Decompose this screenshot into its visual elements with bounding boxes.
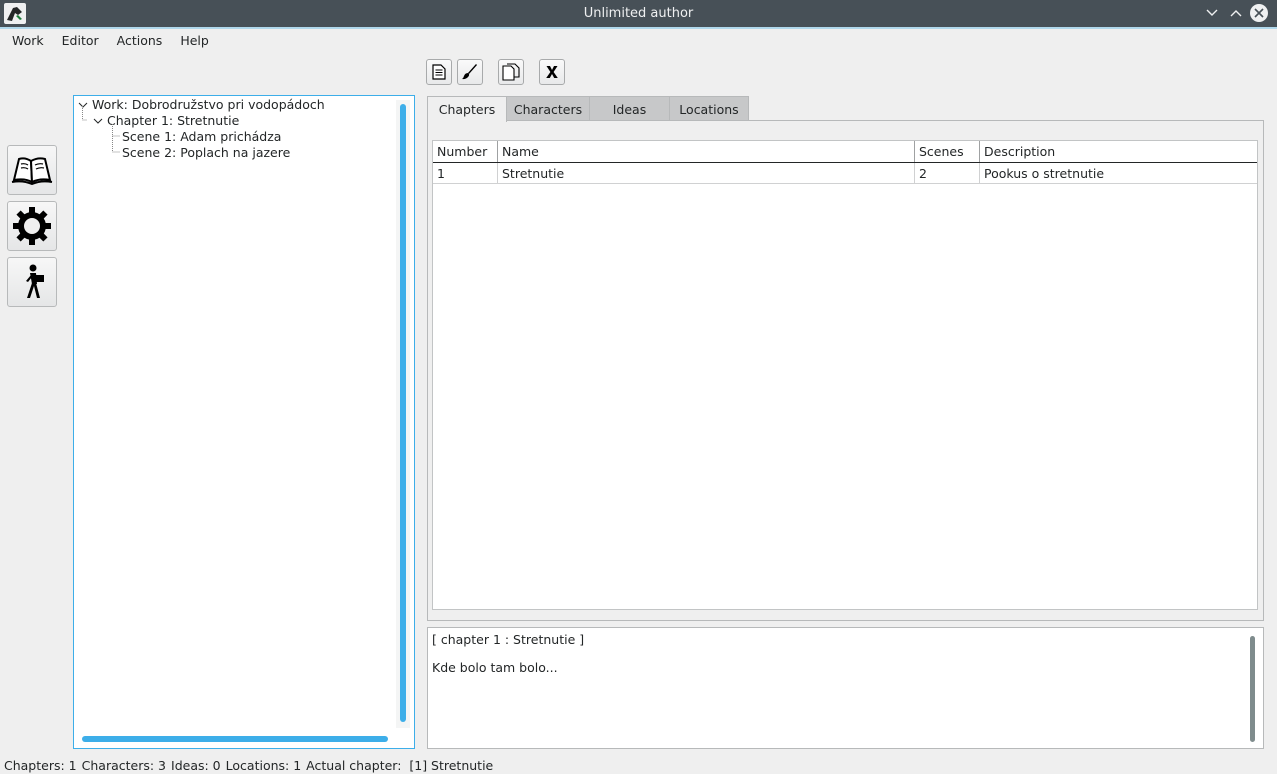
menu-actions[interactable]: Actions bbox=[107, 29, 171, 53]
minimize-button[interactable] bbox=[1203, 4, 1221, 22]
tab-ideas[interactable]: Ideas bbox=[589, 96, 670, 121]
gear-icon bbox=[13, 207, 51, 245]
tree-item-scene[interactable]: Scene 1: Adam prichádza bbox=[122, 129, 281, 144]
menu-work[interactable]: Work bbox=[0, 29, 52, 53]
copy-button[interactable] bbox=[498, 59, 524, 85]
brush-icon bbox=[462, 64, 477, 80]
x-icon bbox=[546, 66, 558, 78]
title-bar: Unlimited author bbox=[0, 0, 1277, 27]
chapter-text-header: [ chapter 1 : Stretnutie ] bbox=[432, 632, 585, 647]
tab-chapters[interactable]: Chapters bbox=[427, 96, 507, 122]
cell-name[interactable]: Stretnutie bbox=[498, 163, 915, 183]
close-button[interactable] bbox=[1250, 4, 1268, 22]
window-title: Unlimited author bbox=[583, 6, 694, 21]
work-view-button[interactable] bbox=[7, 145, 57, 195]
exit-button[interactable] bbox=[7, 257, 57, 307]
status-actual-chapter: Actual chapter: [1] Stretnutie bbox=[306, 758, 494, 773]
column-header-name[interactable]: Name bbox=[498, 141, 915, 162]
status-ideas: Ideas: 0 bbox=[171, 758, 221, 773]
chapters-table[interactable]: Number Name Scenes Description 1 Stretnu… bbox=[432, 140, 1258, 610]
text-vertical-scrollbar[interactable] bbox=[1250, 636, 1255, 742]
tree-vertical-scrollbar[interactable] bbox=[400, 104, 406, 722]
column-header-number[interactable]: Number bbox=[433, 141, 498, 162]
cell-description[interactable]: Pookus o stretnutie bbox=[980, 163, 1257, 183]
menu-bar: Work Editor Actions Help bbox=[0, 29, 217, 53]
status-bar: Chapters: 1 Characters: 3 Ideas: 0 Locat… bbox=[4, 758, 493, 773]
menu-help[interactable]: Help bbox=[170, 29, 217, 53]
maximize-button[interactable] bbox=[1227, 4, 1245, 22]
copy-icon bbox=[502, 63, 520, 81]
status-characters: Characters: 3 bbox=[81, 758, 167, 773]
tree-horizontal-scrollbar[interactable] bbox=[82, 736, 388, 742]
delete-button[interactable] bbox=[539, 59, 565, 85]
table-row[interactable]: 1 Stretnutie 2 Pookus o stretnutie bbox=[433, 163, 1257, 184]
tab-locations[interactable]: Locations bbox=[669, 96, 749, 121]
column-header-scenes[interactable]: Scenes bbox=[915, 141, 980, 162]
chevron-up-icon bbox=[1230, 10, 1242, 17]
document-icon bbox=[432, 64, 446, 80]
work-tree[interactable]: Work: Dobrodružstvo pri vodopádoch Chapt… bbox=[73, 95, 415, 749]
status-chapters: Chapters: 1 bbox=[4, 758, 77, 773]
chevron-down-icon bbox=[1206, 9, 1218, 16]
chapter-text-view[interactable]: [ chapter 1 : Stretnutie ] Kde bolo tam … bbox=[427, 627, 1264, 749]
walking-man-icon bbox=[26, 264, 44, 298]
book-icon bbox=[11, 157, 53, 185]
edit-button[interactable] bbox=[457, 59, 483, 85]
cell-number[interactable]: 1 bbox=[433, 163, 498, 183]
settings-button[interactable] bbox=[7, 201, 57, 251]
close-icon bbox=[1254, 8, 1264, 18]
tree-branch-lines bbox=[82, 106, 120, 153]
table-header: Number Name Scenes Description bbox=[433, 141, 1257, 163]
menu-editor[interactable]: Editor bbox=[52, 29, 107, 53]
cell-scenes[interactable]: 2 bbox=[915, 163, 980, 183]
status-locations: Locations: 1 bbox=[225, 758, 302, 773]
new-document-button[interactable] bbox=[426, 59, 452, 85]
tree-item-scene[interactable]: Scene 2: Poplach na jazere bbox=[122, 145, 290, 160]
chapter-text-body: Kde bolo tam bolo... bbox=[432, 660, 558, 675]
tab-characters[interactable]: Characters bbox=[506, 96, 590, 121]
column-header-description[interactable]: Description bbox=[980, 141, 1257, 162]
